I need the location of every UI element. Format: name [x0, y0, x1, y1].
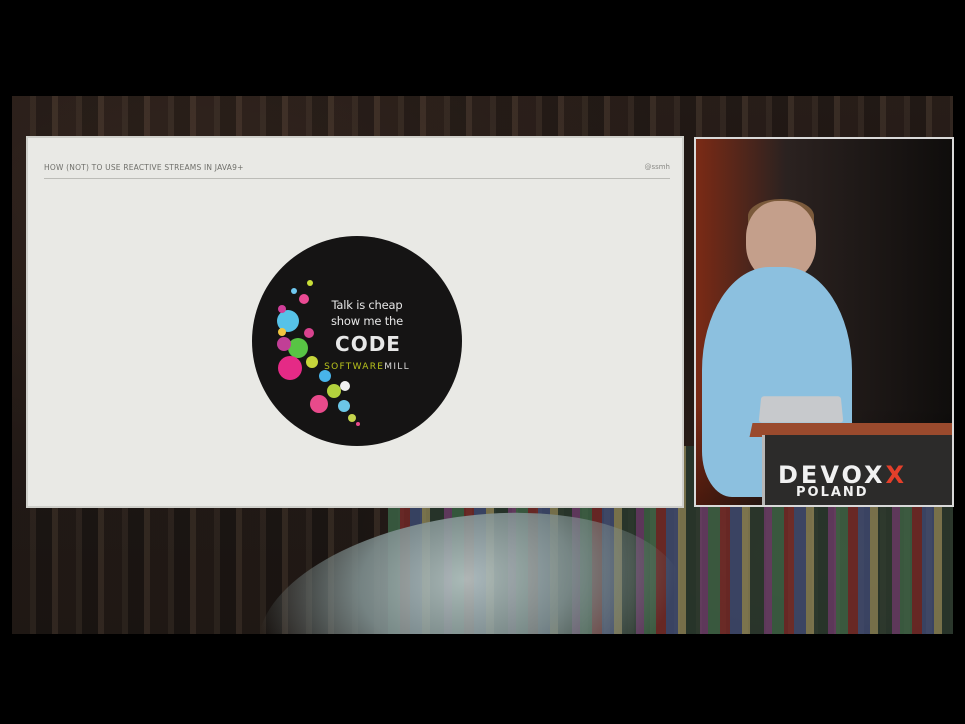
badge-code: CODE — [335, 332, 401, 356]
talk-is-cheap-badge: Talk is cheap show me the CODE SOFTWAREM… — [252, 236, 462, 446]
devox-x: X — [885, 461, 908, 489]
slide-title: HOW (NOT) TO USE REACTIVE STREAMS IN JAV… — [44, 163, 244, 172]
devoxx-logo-sub: POLAND — [796, 485, 869, 500]
speaker-camera: DEVOXX POLAND — [694, 137, 954, 507]
slide-handle: @ssmh — [644, 163, 670, 171]
brand-part1: SOFTWARE — [324, 362, 385, 372]
badge-line-2: show me the — [331, 314, 403, 328]
laptop — [758, 396, 844, 423]
softwaremill-brand: SOFTWAREMILL — [252, 362, 462, 372]
video-frame: HOW (NOT) TO USE REACTIVE STREAMS IN JAV… — [0, 0, 965, 724]
slide-divider — [44, 178, 670, 179]
badge-line-1: Talk is cheap — [331, 298, 403, 312]
presentation-slide: HOW (NOT) TO USE REACTIVE STREAMS IN JAV… — [26, 136, 684, 508]
brand-part2: MILL — [384, 362, 410, 372]
